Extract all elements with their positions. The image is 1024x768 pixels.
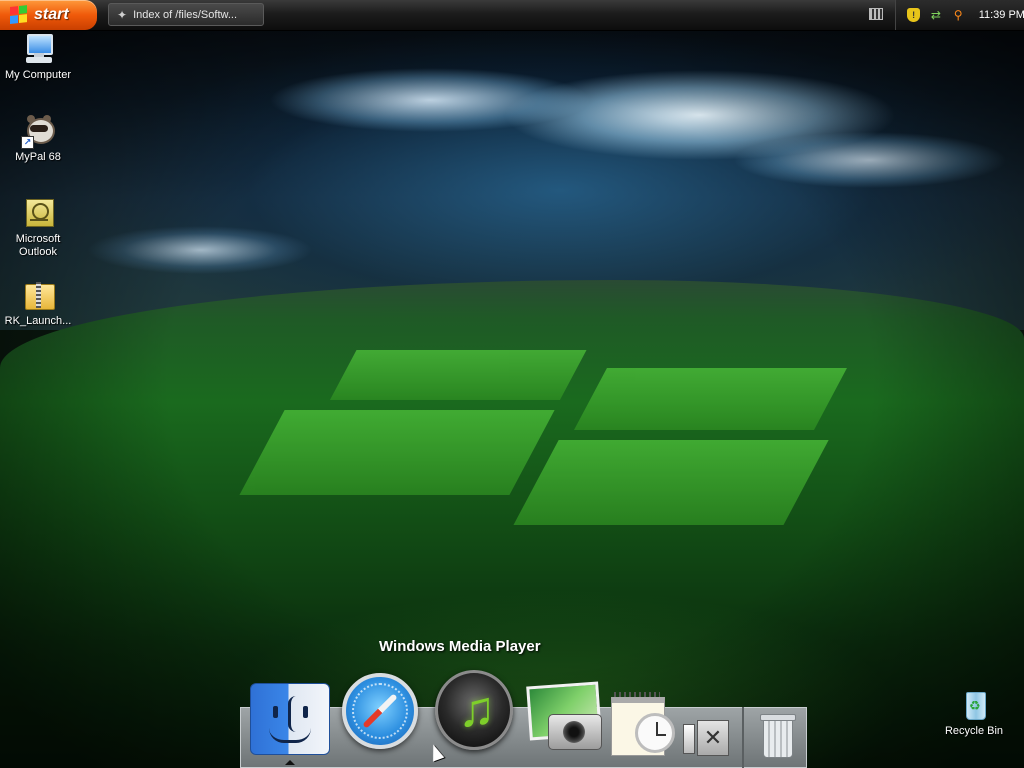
desktop-icon-my-computer[interactable]: My Computer xyxy=(0,32,76,82)
desktop-icon-recycle-bin[interactable]: ♻ Recycle Bin xyxy=(936,688,1012,738)
zip-folder-icon xyxy=(21,278,55,312)
trash-icon[interactable] xyxy=(760,714,796,758)
windows-flag-icon xyxy=(10,5,28,25)
camera-photo-icon[interactable] xyxy=(524,681,602,750)
taskbar-window-title: Index of /files/Softw... xyxy=(133,8,238,21)
desktop-icon-rk-launcher[interactable]: RK_Launch... xyxy=(0,278,76,328)
mypal-browser-icon: ↗ xyxy=(21,114,55,149)
network-icon[interactable]: ⇄ xyxy=(929,8,942,22)
desktop-icon-label: RK_Launch... xyxy=(4,315,72,327)
start-label: start xyxy=(34,6,69,23)
outlook-icon xyxy=(21,196,55,230)
taskbar: start ✦ Index of /files/Softw... ! ⇄ ⚲ 1… xyxy=(0,0,1024,31)
shortcut-arrow-icon: ↗ xyxy=(21,136,34,149)
desktop-icon-mypal[interactable]: ↗ MyPal 68 xyxy=(0,114,76,164)
calendar-clock-icon[interactable] xyxy=(611,692,677,756)
start-button[interactable]: start xyxy=(0,0,97,30)
recycle-bin-icon: ♻ xyxy=(957,688,991,722)
security-shield-icon[interactable]: ! xyxy=(907,8,921,22)
dock-separator xyxy=(742,707,744,768)
browser-icon: ✦ xyxy=(117,7,128,22)
computer-icon xyxy=(21,32,55,66)
taskbar-window-button[interactable]: ✦ Index of /files/Softw... xyxy=(108,3,264,26)
desktop-icon-label: Microsoft Outlook xyxy=(15,233,61,258)
desktop-icon-label: Recycle Bin xyxy=(944,725,1004,737)
search-magnifier-icon[interactable]: ⚲ xyxy=(951,8,964,22)
dock-tooltip: Windows Media Player xyxy=(379,638,541,655)
desktop-icon-outlook[interactable]: Microsoft Outlook xyxy=(0,196,76,259)
taskbar-clock[interactable]: 11:39 PM xyxy=(979,9,1024,21)
system-preferences-icon[interactable]: ✕ xyxy=(683,718,729,758)
finder-icon[interactable] xyxy=(250,683,330,755)
safari-compass-icon[interactable] xyxy=(342,673,418,749)
desktop-icon-label: MyPal 68 xyxy=(15,151,61,163)
desktop-icon-label: My Computer xyxy=(4,69,72,81)
running-indicator xyxy=(285,760,295,765)
media-player-icon[interactable]: ♫ xyxy=(435,670,513,750)
system-tray: ! ⇄ ⚲ 11:39 PM xyxy=(895,0,1024,30)
keyboard-icon[interactable] xyxy=(869,8,883,20)
